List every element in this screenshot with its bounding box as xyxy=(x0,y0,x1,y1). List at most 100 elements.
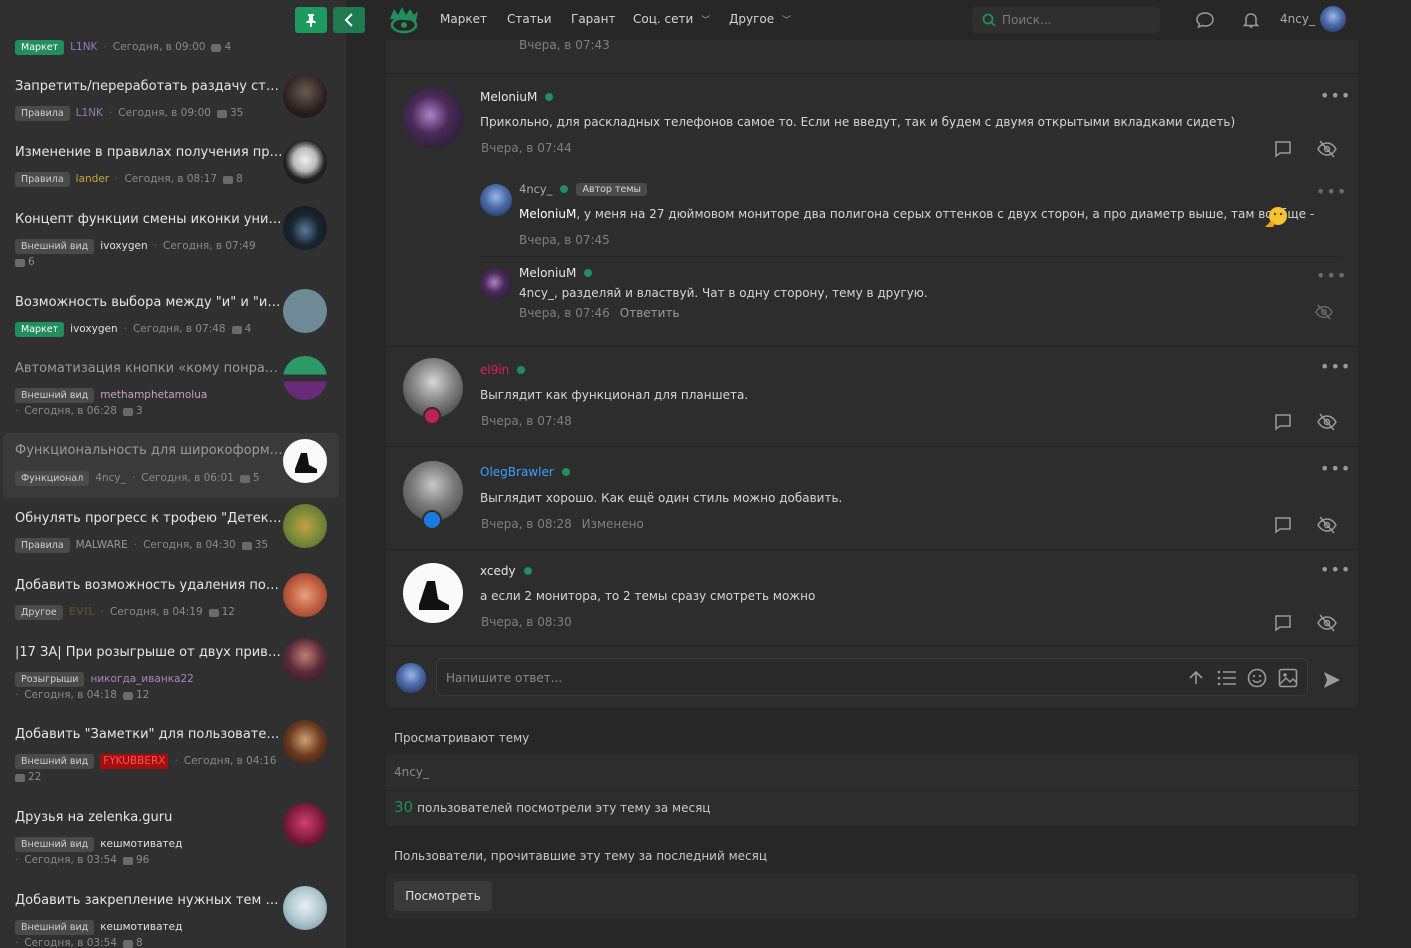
thread-title[interactable]: Добавить "Заметки" для пользователей xyxy=(15,726,283,744)
reply-link[interactable]: Ответить xyxy=(620,306,680,320)
user-avatar[interactable] xyxy=(1320,6,1346,32)
post-author[interactable]: OlegBrawler xyxy=(480,465,554,479)
chat-icon[interactable] xyxy=(1195,10,1215,30)
comment-icon[interactable] xyxy=(1273,613,1293,633)
thread-author[interactable]: EVIL xyxy=(69,605,95,620)
thread-title[interactable]: Обнулять прогресс к трофею "Детекти... xyxy=(15,510,283,528)
thread-author[interactable]: L1NK xyxy=(70,40,97,55)
nav-market[interactable]: Маркет xyxy=(440,12,487,26)
post-date[interactable]: Вчера, в 07:44 xyxy=(481,141,572,155)
avatar[interactable] xyxy=(283,140,327,184)
sidebar-thread[interactable]: Функциональность для широкоформа... Функ… xyxy=(3,433,339,498)
avatar[interactable] xyxy=(283,356,327,400)
comment-icon[interactable] xyxy=(1273,139,1293,159)
sidebar-thread[interactable]: Изменение в правилах получения пре... Пр… xyxy=(3,140,339,192)
thread-tag[interactable]: Внешний вид xyxy=(15,837,95,852)
more-options-icon[interactable]: ••• xyxy=(1316,182,1347,201)
thread-tag[interactable]: Маркет xyxy=(15,322,65,337)
thread-author[interactable]: lander xyxy=(76,172,109,187)
avatar[interactable] xyxy=(283,439,327,483)
avatar[interactable] xyxy=(283,886,327,930)
send-icon[interactable] xyxy=(1322,670,1342,690)
comment-author[interactable]: MeloniuM xyxy=(519,266,576,280)
thread-tag[interactable]: Правила xyxy=(15,538,70,553)
avatar[interactable] xyxy=(283,74,327,118)
thread-author[interactable]: MALWARE xyxy=(76,538,128,553)
thread-title[interactable]: Добавить закрепление нужных тем на ... xyxy=(15,892,283,910)
comment-date[interactable]: Вчера, в 07:46 xyxy=(519,306,610,320)
sidebar-thread[interactable]: Добавить закрепление нужных тем на ... В… xyxy=(3,886,339,948)
sidebar-thread[interactable]: Автоматизация кнопки «кому понрав... Вне… xyxy=(3,356,339,420)
avatar[interactable] xyxy=(480,184,512,216)
hide-icon[interactable] xyxy=(1317,139,1337,159)
comment-date[interactable]: Вчера, в 07:45 xyxy=(519,233,610,247)
viewer-username[interactable]: 4ncy_ xyxy=(394,765,429,779)
reply-input[interactable]: Напишите ответ... xyxy=(436,658,1308,696)
thread-author[interactable]: ivoxygen xyxy=(100,239,147,254)
nav-social[interactable]: Соц. сети ﹀ xyxy=(633,12,710,26)
thread-tag[interactable]: Розыгрыши xyxy=(15,672,85,687)
site-logo-icon[interactable] xyxy=(388,5,420,35)
post-author[interactable]: el9in xyxy=(480,363,509,377)
sidebar-thread[interactable]: Концепт функции смены иконки уника... Вн… xyxy=(3,206,339,271)
image-icon[interactable] xyxy=(1278,668,1298,688)
thread-author[interactable]: 4ncy_ xyxy=(95,471,126,486)
thread-title[interactable]: Функциональность для широкоформа... xyxy=(15,442,283,460)
post-author[interactable]: MeloniuM xyxy=(480,90,537,104)
more-options-icon[interactable]: ••• xyxy=(1320,86,1351,105)
sidebar-thread[interactable]: Добавить "Заметки" для пользователей Вне… xyxy=(3,720,339,786)
thread-tag[interactable]: Функционал xyxy=(15,471,90,486)
list-icon[interactable] xyxy=(1217,669,1237,687)
thread-author[interactable]: кешмотиватед xyxy=(100,837,182,852)
thread-title[interactable]: Запретить/переработать раздачу стима xyxy=(15,78,283,96)
post-author[interactable]: xcedy xyxy=(480,564,516,578)
thread-title[interactable]: Автоматизация кнопки «кому понрав... xyxy=(15,360,283,378)
edited-label[interactable]: Изменено xyxy=(582,517,644,531)
thread-tag[interactable]: Внешний вид xyxy=(15,754,95,769)
thread-title[interactable]: Возможность выбора между "и" и "ил... xyxy=(15,294,283,312)
arrow-up-icon[interactable] xyxy=(1187,669,1205,687)
sidebar-thread[interactable]: Возможность выбора между "и" и "ил... Ма… xyxy=(3,289,339,342)
header-username[interactable]: 4ncy_ xyxy=(1280,12,1315,26)
nav-guarant[interactable]: Гарант xyxy=(571,12,615,26)
more-options-icon[interactable]: ••• xyxy=(1320,357,1351,376)
thread-title[interactable]: Концепт функции смены иконки уника... xyxy=(15,211,283,229)
emoji-icon[interactable] xyxy=(1247,668,1267,688)
avatar[interactable] xyxy=(480,268,512,300)
comment-author[interactable]: 4ncy_ xyxy=(519,182,552,196)
thread-author[interactable]: L1NK xyxy=(76,106,103,121)
thread-title[interactable]: Добавить возможность удаления поль... xyxy=(15,577,283,595)
more-options-icon[interactable]: ••• xyxy=(1320,459,1351,478)
more-options-icon[interactable]: ••• xyxy=(1316,266,1347,285)
more-options-icon[interactable]: ••• xyxy=(1320,560,1351,579)
hide-icon[interactable] xyxy=(1317,515,1337,535)
bell-icon[interactable] xyxy=(1241,10,1261,30)
search-input[interactable]: Поиск... xyxy=(972,7,1160,33)
thread-tag[interactable]: Внешний вид xyxy=(15,920,95,935)
sidebar-thread[interactable]: Запретить/переработать раздачу стима Пра… xyxy=(3,74,339,126)
avatar[interactable] xyxy=(283,638,327,682)
comment-icon[interactable] xyxy=(1273,515,1293,535)
avatar[interactable] xyxy=(283,206,327,250)
pin-sidebar-button[interactable] xyxy=(295,7,327,33)
post-date[interactable]: Вчера, в 08:30 xyxy=(481,615,572,629)
view-users-button[interactable]: Посмотреть xyxy=(394,881,492,911)
hide-icon[interactable] xyxy=(1317,613,1337,633)
thread-tag[interactable]: Внешний вид xyxy=(15,239,95,254)
thread-title[interactable]: |17 ЗА| При розыгрыше от двух приви... xyxy=(15,644,283,662)
avatar[interactable] xyxy=(403,88,463,148)
thread-title[interactable]: Друзья на zelenka.guru xyxy=(15,809,283,827)
thread-author[interactable]: methamphetamolua xyxy=(100,388,207,403)
sidebar-thread[interactable]: Добавить возможность удаления поль... Др… xyxy=(3,573,339,625)
thread-author[interactable]: ivoxygen xyxy=(70,322,117,337)
thread-author[interactable]: никогда_иванка22 xyxy=(90,672,193,687)
hide-icon[interactable] xyxy=(1317,412,1337,432)
thread-tag[interactable]: Маркет xyxy=(15,40,65,55)
sidebar-thread[interactable]: Обнулять прогресс к трофею "Детекти... П… xyxy=(3,504,339,558)
nav-articles[interactable]: Статьи xyxy=(507,12,552,26)
collapse-sidebar-button[interactable] xyxy=(333,7,365,33)
thread-author[interactable]: кешмотиватед xyxy=(100,920,182,935)
post-date[interactable]: Вчера, в 07:48 xyxy=(481,414,572,428)
avatar[interactable] xyxy=(283,720,327,764)
sidebar-thread[interactable]: |17 ЗА| При розыгрыше от двух приви... Р… xyxy=(3,638,339,704)
